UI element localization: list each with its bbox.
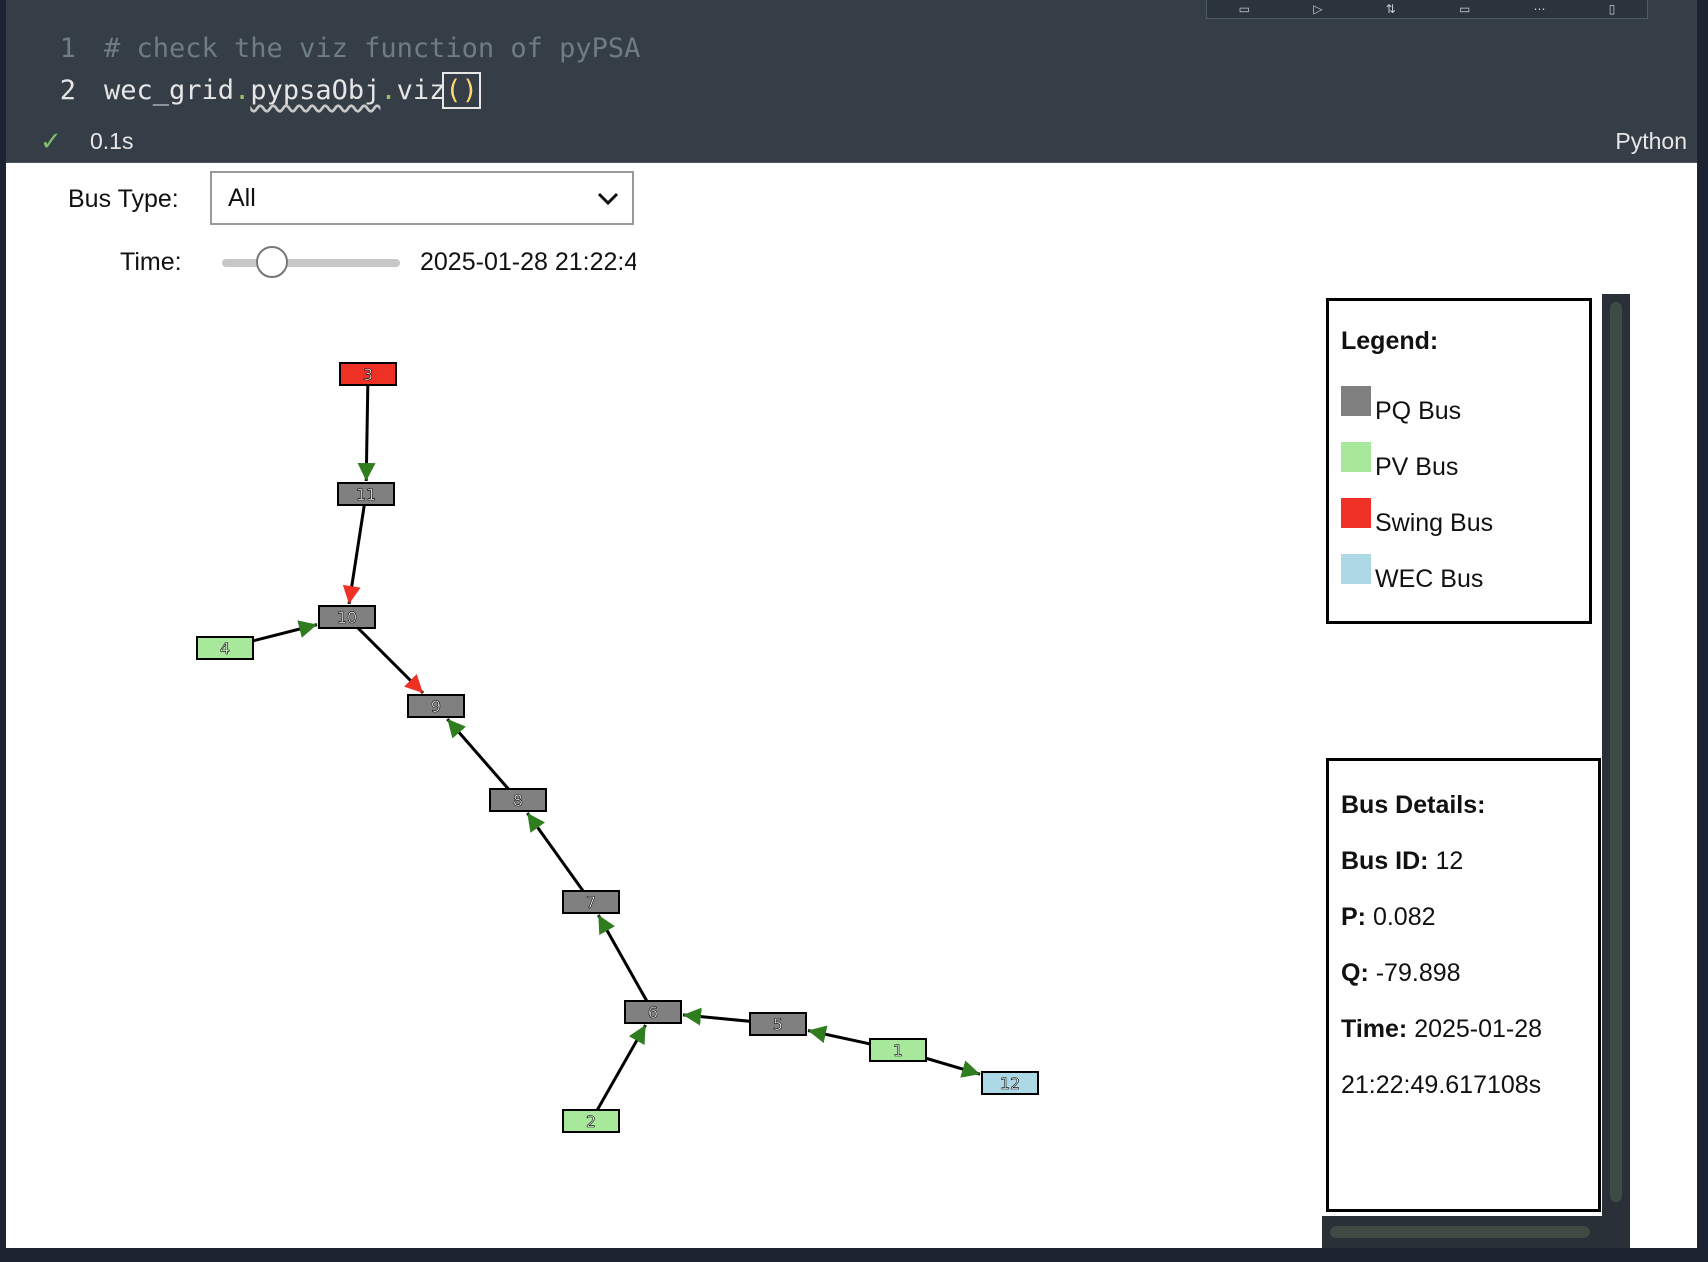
network-graph[interactable]: 123456789101112 [6,0,1316,1248]
notebook-cell: ▭ ▷ ⇅ ▭ ⋯ ▯ 1 # check the viz function of… [6,0,1697,1248]
bus-node-label: 5 [773,1015,783,1034]
bus-node-1[interactable]: 1 [869,1038,927,1062]
bus-node-5[interactable]: 5 [749,1012,807,1036]
toggle-output-icon[interactable]: ▭ [1459,2,1470,16]
bus-node-3[interactable]: 3 [339,362,397,386]
details-time: Time: 2025-01-28 [1341,1015,1543,1043]
bus-node-label: 12 [1000,1074,1020,1093]
vertical-scroll-thumb[interactable] [1610,302,1622,1202]
legend-title: Legend: [1341,327,1439,355]
bus-node-label: 7 [586,893,596,912]
vertical-scrollbar[interactable] [1602,294,1630,1248]
bus-node-label: 2 [586,1112,596,1131]
bus-node-label: 11 [356,485,376,504]
bus-node-11[interactable]: 11 [337,482,395,506]
details-bus-id: Bus ID: 12 [1341,847,1464,875]
bus-node-label: 1 [893,1041,903,1060]
bus-node-7[interactable]: 7 [562,890,620,914]
edge-7-8 [526,812,593,903]
legend-item-label: PV Bus [1375,453,1459,481]
edge-2-6 [589,1024,647,1122]
more-actions-icon[interactable]: ⋯ [1534,2,1546,16]
wec-swatch [1341,554,1371,584]
bus-node-label: 8 [513,791,523,810]
swing-swatch [1341,498,1371,528]
bus-details-panel: Bus Details: Bus ID: 12 P: 0.082 Q: -79.… [1326,758,1601,1212]
details-time-clock: 21:22:49.617108s [1341,1071,1542,1099]
legend-item-pq: PQ Bus [1341,370,1589,426]
bus-node-label: 3 [363,365,373,384]
edge-11-10 [342,493,368,605]
pq-swatch [1341,386,1371,416]
legend-item-wec: WEC Bus [1341,538,1589,594]
edge-8-9 [446,718,520,801]
horizontal-scroll-thumb[interactable] [1330,1226,1590,1238]
bus-node-12[interactable]: 12 [981,1071,1039,1095]
delete-cell-icon[interactable]: ▯ [1609,2,1616,16]
bus-node-label: 9 [431,697,441,716]
pv-swatch [1341,442,1371,472]
bus-node-8[interactable]: 8 [489,788,547,812]
legend-panel: Legend: PQ Bus PV Bus Swing Bus WEC Bus [1326,298,1592,624]
edge-6-7 [597,914,655,1013]
edge-3-11 [357,373,376,482]
horizontal-scrollbar[interactable] [1322,1216,1630,1248]
bus-node-label: 4 [220,639,230,658]
language-label[interactable]: Python [1615,128,1687,155]
legend-item-pv: PV Bus [1341,426,1589,482]
legend-item-label: WEC Bus [1375,565,1484,593]
legend-item-label: PQ Bus [1375,397,1462,425]
details-title: Bus Details: [1341,791,1486,819]
legend-item-label: Swing Bus [1375,509,1494,537]
bus-node-6[interactable]: 6 [624,1000,682,1024]
bus-node-label: 10 [337,608,357,627]
bus-node-4[interactable]: 4 [196,636,254,660]
details-q: Q: -79.898 [1341,959,1461,987]
legend-item-swing: Swing Bus [1341,482,1589,538]
split-cell-icon[interactable]: ⇅ [1386,2,1396,16]
details-p: P: 0.082 [1341,903,1436,931]
bus-node-10[interactable]: 10 [318,605,376,629]
bus-node-9[interactable]: 9 [407,694,465,718]
bus-node-label: 6 [648,1003,658,1022]
bus-node-2[interactable]: 2 [562,1109,620,1133]
